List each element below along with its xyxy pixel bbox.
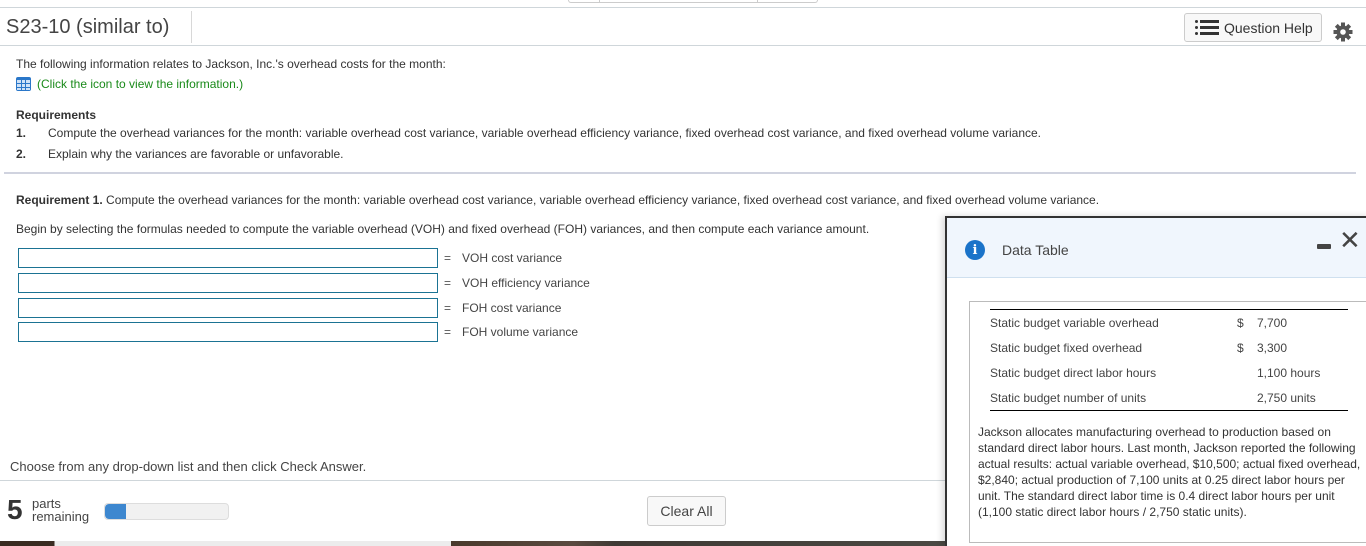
requirement-text: Explain why the variances are favorable … — [48, 147, 344, 161]
question-help-button[interactable]: Question Help — [1184, 13, 1322, 42]
data-table-row: Static budget fixed overhead $ 3,300 — [990, 335, 1348, 360]
gear-icon[interactable] — [1333, 22, 1353, 42]
voh-efficiency-formula-input[interactable] — [18, 273, 438, 293]
formula-row-voh-cost: = VOH cost variance — [18, 248, 562, 268]
dialog-content: Static budget variable overhead $ 7,700 … — [969, 301, 1366, 543]
view-information-link[interactable]: (Click the icon to view the information.… — [16, 77, 243, 91]
data-table-row: Static budget variable overhead $ 7,700 — [990, 310, 1348, 335]
requirements-title: Requirements — [16, 108, 97, 122]
voh-cost-formula-input[interactable] — [18, 248, 438, 268]
data-table-dialog: i Data Table ✕ Static budget variable ov… — [945, 216, 1366, 546]
progress-bar — [104, 503, 229, 520]
requirement-number: 2. — [16, 147, 27, 161]
equals-sign: = — [444, 276, 452, 290]
voh-efficiency-variance-label: VOH efficiency variance — [462, 276, 590, 290]
formula-row-voh-efficiency: = VOH efficiency variance — [18, 273, 590, 293]
view-information-label[interactable]: (Click the icon to view the information.… — [37, 77, 243, 91]
clear-all-button[interactable]: Clear All — [647, 496, 726, 526]
requirement-text: Compute the overhead variances for the m… — [48, 126, 1042, 140]
footer-instruction: Choose from any drop-down list and then … — [10, 459, 367, 474]
remaining-label: remaining — [32, 509, 90, 524]
row-value: 2,750 units — [1257, 390, 1316, 405]
formula-instruction: Begin by selecting the formulas needed t… — [16, 222, 870, 236]
row-label: Static budget number of units — [990, 390, 1147, 405]
dialog-header[interactable]: i Data Table ✕ — [947, 218, 1366, 278]
data-table-row: Static budget number of units 2,750 unit… — [990, 385, 1348, 410]
row-currency: $ — [1237, 340, 1244, 355]
requirement-1-bold: Requirement 1. — [16, 193, 103, 207]
equals-sign: = — [444, 325, 452, 339]
equals-sign: = — [444, 301, 452, 315]
table-icon[interactable] — [16, 77, 31, 91]
problem-intro: The following information relates to Jac… — [16, 57, 446, 71]
requirement-1-text: Compute the overhead variances for the m… — [102, 193, 1100, 207]
dialog-title: Data Table — [1002, 242, 1069, 258]
row-currency: $ — [1237, 315, 1244, 330]
row-value: 7,700 — [1257, 315, 1288, 330]
foh-cost-formula-input[interactable] — [18, 298, 438, 318]
list-icon — [1195, 20, 1219, 35]
row-label: Static budget direct labor hours — [990, 365, 1157, 380]
requirement-number: 1. — [16, 126, 27, 140]
row-value: 1,100 hours — [1257, 365, 1321, 380]
title-divider — [191, 11, 192, 43]
row-label: Static budget variable overhead — [990, 315, 1159, 330]
requirement-item: 1. Compute the overhead variances for th… — [16, 126, 1041, 140]
equals-sign: = — [444, 251, 452, 265]
question-header: S23-10 (similar to) Question Help — [0, 7, 1366, 46]
requirement-1-heading: Requirement 1. Compute the overhead vari… — [16, 193, 1099, 207]
parts-remaining-count: 5 — [7, 494, 23, 525]
foh-volume-formula-input[interactable] — [18, 322, 438, 342]
formula-row-foh-cost: = FOH cost variance — [18, 298, 561, 318]
voh-cost-variance-label: VOH cost variance — [462, 251, 563, 265]
footer-divider — [0, 480, 945, 481]
requirement-item: 2. Explain why the variances are favorab… — [16, 147, 344, 161]
foh-cost-variance-label: FOH cost variance — [462, 301, 562, 315]
close-icon[interactable]: ✕ — [1339, 228, 1361, 254]
progress-bar-fill — [105, 504, 126, 519]
section-divider — [4, 172, 1356, 174]
minimize-icon[interactable] — [1317, 244, 1331, 249]
top-tab-strip — [568, 0, 818, 3]
question-title: S23-10 (similar to) — [6, 16, 170, 38]
question-help-label: Question Help — [1224, 19, 1313, 36]
formula-row-foh-volume: = FOH volume variance — [18, 322, 578, 342]
foh-volume-variance-label: FOH volume variance — [462, 325, 579, 339]
row-value: 3,300 — [1257, 340, 1288, 355]
data-table: Static budget variable overhead $ 7,700 … — [990, 309, 1348, 411]
data-table-row: Static budget direct labor hours 1,100 h… — [990, 360, 1348, 385]
dialog-paragraph: Jackson allocates manufacturing overhead… — [978, 425, 1361, 519]
info-icon: i — [965, 240, 985, 260]
row-label: Static budget fixed overhead — [990, 340, 1143, 355]
parts-remaining-label: parts remaining — [32, 497, 89, 523]
